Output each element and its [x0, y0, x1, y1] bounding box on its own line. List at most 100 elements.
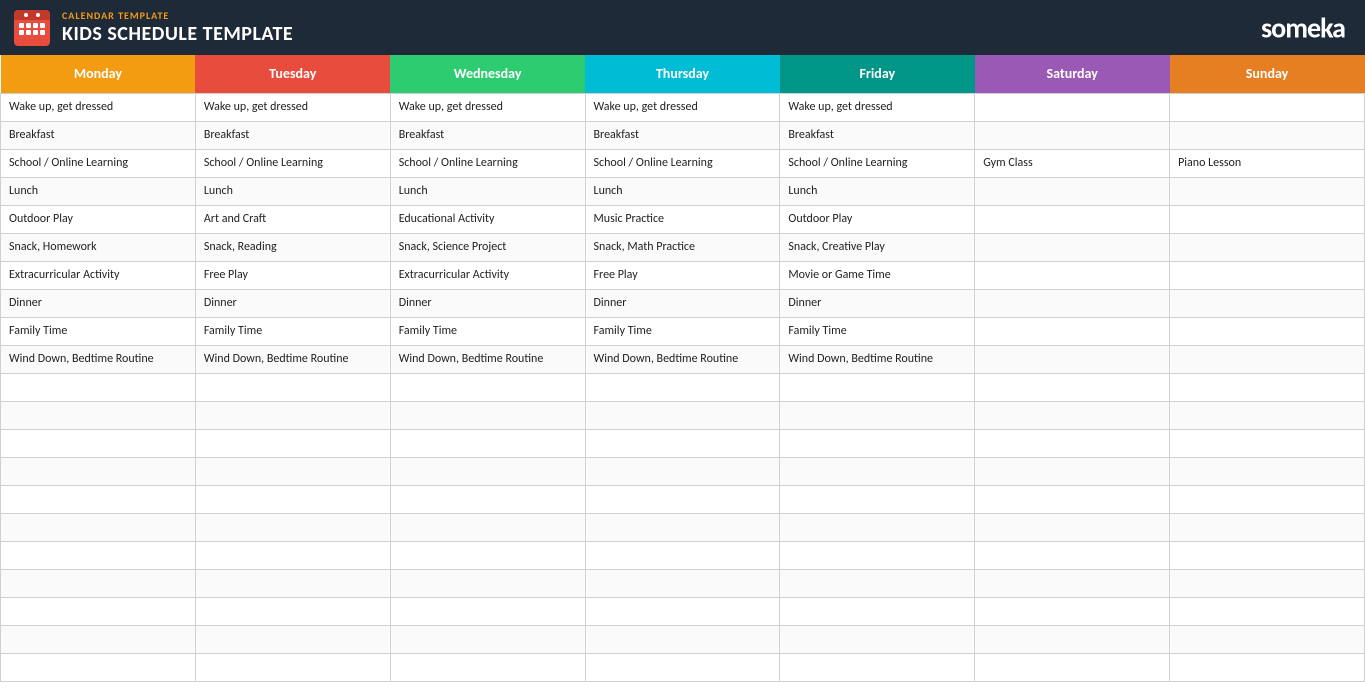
- table-cell[interactable]: [780, 457, 975, 485]
- table-cell[interactable]: [1170, 205, 1365, 233]
- table-cell[interactable]: Family Time: [780, 317, 975, 345]
- table-cell[interactable]: Free Play: [585, 261, 780, 289]
- table-cell[interactable]: [780, 401, 975, 429]
- table-cell[interactable]: [975, 541, 1170, 569]
- table-cell[interactable]: [390, 373, 585, 401]
- table-cell[interactable]: [195, 429, 390, 457]
- table-cell[interactable]: [390, 597, 585, 625]
- table-cell[interactable]: [195, 485, 390, 513]
- table-cell[interactable]: Free Play: [195, 261, 390, 289]
- table-cell[interactable]: Lunch: [195, 177, 390, 205]
- table-cell[interactable]: [585, 569, 780, 597]
- table-cell[interactable]: [975, 429, 1170, 457]
- table-cell[interactable]: Lunch: [1, 177, 196, 205]
- table-cell[interactable]: [1, 373, 196, 401]
- table-cell[interactable]: [1170, 429, 1365, 457]
- table-cell[interactable]: [1170, 401, 1365, 429]
- table-cell[interactable]: [780, 429, 975, 457]
- table-cell[interactable]: [975, 93, 1170, 121]
- table-cell[interactable]: Breakfast: [195, 121, 390, 149]
- table-cell[interactable]: [585, 485, 780, 513]
- table-cell[interactable]: Breakfast: [780, 121, 975, 149]
- table-cell[interactable]: Dinner: [585, 289, 780, 317]
- table-cell[interactable]: Wind Down, Bedtime Routine: [1, 345, 196, 373]
- table-cell[interactable]: [780, 373, 975, 401]
- table-cell[interactable]: [1, 625, 196, 653]
- table-cell[interactable]: School / Online Learning: [780, 149, 975, 177]
- table-cell[interactable]: Music Practice: [585, 205, 780, 233]
- table-cell[interactable]: [195, 513, 390, 541]
- table-cell[interactable]: Extracurricular Activity: [1, 261, 196, 289]
- table-cell[interactable]: Outdoor Play: [780, 205, 975, 233]
- table-cell[interactable]: [975, 597, 1170, 625]
- table-cell[interactable]: [585, 653, 780, 681]
- table-cell[interactable]: [1, 569, 196, 597]
- table-cell[interactable]: [975, 513, 1170, 541]
- table-cell[interactable]: [975, 373, 1170, 401]
- table-cell[interactable]: [195, 401, 390, 429]
- table-cell[interactable]: [975, 121, 1170, 149]
- table-cell[interactable]: Wind Down, Bedtime Routine: [390, 345, 585, 373]
- table-cell[interactable]: [780, 625, 975, 653]
- table-cell[interactable]: [1, 653, 196, 681]
- table-cell[interactable]: [1170, 289, 1365, 317]
- table-cell[interactable]: [195, 625, 390, 653]
- table-cell[interactable]: School / Online Learning: [390, 149, 585, 177]
- table-cell[interactable]: [585, 429, 780, 457]
- table-cell[interactable]: [195, 457, 390, 485]
- table-cell[interactable]: Outdoor Play: [1, 205, 196, 233]
- table-cell[interactable]: [780, 569, 975, 597]
- table-cell[interactable]: [195, 373, 390, 401]
- table-cell[interactable]: Piano Lesson: [1170, 149, 1365, 177]
- table-cell[interactable]: Snack, Science Project: [390, 233, 585, 261]
- table-cell[interactable]: [1170, 653, 1365, 681]
- table-cell[interactable]: [195, 597, 390, 625]
- table-cell[interactable]: School / Online Learning: [195, 149, 390, 177]
- table-cell[interactable]: [390, 569, 585, 597]
- table-cell[interactable]: Movie or Game Time: [780, 261, 975, 289]
- table-cell[interactable]: [1170, 569, 1365, 597]
- table-cell[interactable]: Art and Craft: [195, 205, 390, 233]
- table-cell[interactable]: [780, 653, 975, 681]
- table-cell[interactable]: [390, 653, 585, 681]
- table-cell[interactable]: Dinner: [1, 289, 196, 317]
- table-cell[interactable]: School / Online Learning: [1, 149, 196, 177]
- table-cell[interactable]: [975, 233, 1170, 261]
- table-cell[interactable]: [1, 457, 196, 485]
- table-cell[interactable]: [390, 401, 585, 429]
- table-cell[interactable]: [780, 541, 975, 569]
- table-cell[interactable]: Breakfast: [1, 121, 196, 149]
- table-cell[interactable]: Extracurricular Activity: [390, 261, 585, 289]
- table-cell[interactable]: [1170, 373, 1365, 401]
- table-cell[interactable]: [585, 541, 780, 569]
- table-cell[interactable]: Snack, Creative Play: [780, 233, 975, 261]
- table-cell[interactable]: Family Time: [195, 317, 390, 345]
- table-cell[interactable]: [1, 541, 196, 569]
- table-cell[interactable]: Dinner: [390, 289, 585, 317]
- table-cell[interactable]: [1170, 121, 1365, 149]
- table-cell[interactable]: Snack, Reading: [195, 233, 390, 261]
- table-cell[interactable]: [1170, 345, 1365, 373]
- table-cell[interactable]: Dinner: [195, 289, 390, 317]
- table-cell[interactable]: Family Time: [585, 317, 780, 345]
- table-cell[interactable]: [975, 317, 1170, 345]
- table-cell[interactable]: [1, 429, 196, 457]
- table-cell[interactable]: [1, 485, 196, 513]
- table-cell[interactable]: Lunch: [585, 177, 780, 205]
- table-cell[interactable]: [585, 597, 780, 625]
- table-cell[interactable]: Wake up, get dressed: [195, 93, 390, 121]
- table-cell[interactable]: [585, 401, 780, 429]
- table-cell[interactable]: [1170, 177, 1365, 205]
- table-cell[interactable]: Gym Class: [975, 149, 1170, 177]
- table-cell[interactable]: Breakfast: [390, 121, 585, 149]
- table-cell[interactable]: [585, 373, 780, 401]
- table-cell[interactable]: [1, 597, 196, 625]
- table-cell[interactable]: [195, 541, 390, 569]
- table-cell[interactable]: [390, 485, 585, 513]
- table-cell[interactable]: Family Time: [390, 317, 585, 345]
- table-cell[interactable]: [1, 401, 196, 429]
- table-cell[interactable]: Snack, Math Practice: [585, 233, 780, 261]
- table-cell[interactable]: [390, 541, 585, 569]
- table-cell[interactable]: [1170, 457, 1365, 485]
- table-cell[interactable]: [585, 457, 780, 485]
